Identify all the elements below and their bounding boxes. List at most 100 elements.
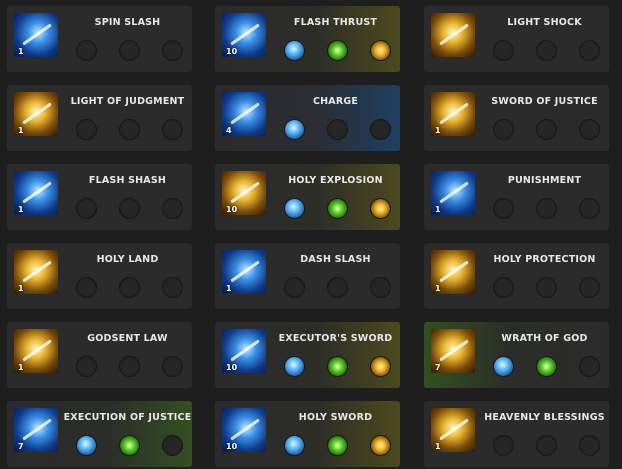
rune-slot[interactable] xyxy=(119,40,140,61)
spin-slash-icon[interactable]: 1 xyxy=(14,13,58,57)
skill-card[interactable]: 1 HOLY PROTECTION xyxy=(424,243,609,309)
rune-slot[interactable] xyxy=(579,198,600,219)
blue-rune-icon[interactable] xyxy=(494,357,513,376)
skill-name: SPIN SLASH xyxy=(94,17,161,28)
rune-slot[interactable] xyxy=(579,40,600,61)
rune-slot[interactable] xyxy=(162,435,183,456)
heavenly-blessings-icon[interactable]: 1 xyxy=(431,408,475,452)
green-rune-icon[interactable] xyxy=(328,41,347,60)
gold-rune-icon[interactable] xyxy=(371,357,390,376)
skill-card[interactable]: 1 DASH SLASH xyxy=(215,243,400,309)
rune-slot[interactable] xyxy=(327,119,348,140)
executors-sword-icon[interactable]: 10 xyxy=(222,329,266,373)
icon-streak xyxy=(439,418,469,441)
gold-rune-icon[interactable] xyxy=(371,436,390,455)
rune-slot[interactable] xyxy=(76,119,97,140)
skill-card[interactable]: 10 HOLY SWORD xyxy=(215,401,400,467)
blue-rune-icon[interactable] xyxy=(285,357,304,376)
gold-rune-icon[interactable] xyxy=(371,199,390,218)
holy-sword-icon[interactable]: 10 xyxy=(222,408,266,452)
skill-card[interactable]: 1 SPIN SLASH xyxy=(7,6,192,72)
charge-icon[interactable]: 4 xyxy=(222,92,266,136)
skill-card[interactable]: 10 HOLY EXPLOSION xyxy=(215,164,400,230)
rune-slot[interactable] xyxy=(493,198,514,219)
skill-card[interactable]: 1 LIGHT OF JUDGMENT xyxy=(7,85,192,151)
rune-slot[interactable] xyxy=(162,119,183,140)
rune-slot[interactable] xyxy=(119,356,140,377)
wrath-of-god-icon[interactable]: 7 xyxy=(431,329,475,373)
green-rune-icon[interactable] xyxy=(328,436,347,455)
blue-rune-icon[interactable] xyxy=(285,41,304,60)
flash-thrust-icon[interactable]: 10 xyxy=(222,13,266,57)
rune-slot[interactable] xyxy=(76,40,97,61)
rune-slot[interactable] xyxy=(536,198,557,219)
rune-slot[interactable] xyxy=(579,435,600,456)
rune-slot[interactable] xyxy=(76,277,97,298)
rune-slot[interactable] xyxy=(536,40,557,61)
execution-of-justice-icon[interactable]: 7 xyxy=(14,408,58,452)
rune-slot[interactable] xyxy=(162,277,183,298)
punishment-icon[interactable]: 1 xyxy=(431,171,475,215)
dash-slash-icon[interactable]: 1 xyxy=(222,250,266,294)
blue-rune-icon[interactable] xyxy=(285,120,304,139)
rune-slot[interactable] xyxy=(162,40,183,61)
rune-slot[interactable] xyxy=(76,198,97,219)
rune-slot[interactable] xyxy=(493,40,514,61)
light-shock-icon[interactable] xyxy=(431,13,475,57)
rune-slot[interactable] xyxy=(119,198,140,219)
skill-card[interactable]: 7 WRATH OF GOD xyxy=(424,322,609,388)
icon-streak xyxy=(22,23,52,46)
rune-slot[interactable] xyxy=(536,119,557,140)
rune-slot[interactable] xyxy=(370,119,391,140)
skill-name: FLASH THRUST xyxy=(293,17,378,28)
skill-card[interactable]: 4 CHARGE xyxy=(215,85,400,151)
blue-rune-icon[interactable] xyxy=(77,436,96,455)
flash-shash-icon[interactable]: 1 xyxy=(14,171,58,215)
skill-name: HOLY EXPLOSION xyxy=(288,175,383,186)
icon-streak xyxy=(439,260,469,283)
green-rune-icon[interactable] xyxy=(537,357,556,376)
blue-rune-icon[interactable] xyxy=(285,199,304,218)
green-rune-icon[interactable] xyxy=(328,357,347,376)
rune-slot[interactable] xyxy=(119,119,140,140)
godsent-law-icon[interactable]: 1 xyxy=(14,329,58,373)
holy-explosion-icon[interactable]: 10 xyxy=(222,171,266,215)
rune-slot[interactable] xyxy=(493,435,514,456)
rune-slot[interactable] xyxy=(119,277,140,298)
rune-slot[interactable] xyxy=(284,277,305,298)
rune-slot[interactable] xyxy=(579,119,600,140)
blue-rune-icon[interactable] xyxy=(285,436,304,455)
skill-card[interactable]: 1 HEAVENLY BLESSINGS xyxy=(424,401,609,467)
skill-card[interactable]: 1 SWORD OF JUSTICE xyxy=(424,85,609,151)
skill-card[interactable]: LIGHT SHOCK xyxy=(424,6,609,72)
skill-card[interactable]: 1 PUNISHMENT xyxy=(424,164,609,230)
rune-slot[interactable] xyxy=(162,198,183,219)
rune-slot[interactable] xyxy=(493,277,514,298)
holy-land-icon[interactable]: 1 xyxy=(14,250,58,294)
skill-card[interactable]: 7 EXECUTION OF JUSTICE xyxy=(7,401,192,467)
rune-slot[interactable] xyxy=(76,356,97,377)
skill-card[interactable]: 1 GODSENT LAW xyxy=(7,322,192,388)
holy-protection-icon[interactable]: 1 xyxy=(431,250,475,294)
gold-rune-icon[interactable] xyxy=(371,41,390,60)
skill-card[interactable]: 10 FLASH THRUST xyxy=(215,6,400,72)
skill-level: 1 xyxy=(18,47,24,56)
skill-level: 7 xyxy=(18,442,24,451)
rune-slot[interactable] xyxy=(162,356,183,377)
skill-card[interactable]: 10 EXECUTOR'S SWORD xyxy=(215,322,400,388)
rune-slot[interactable] xyxy=(579,277,600,298)
skill-card[interactable]: 1 FLASH SHASH xyxy=(7,164,192,230)
rune-slot[interactable] xyxy=(493,119,514,140)
rune-slot[interactable] xyxy=(536,435,557,456)
green-rune-icon[interactable] xyxy=(328,199,347,218)
green-rune-icon[interactable] xyxy=(120,436,139,455)
light-of-judgment-icon[interactable]: 1 xyxy=(14,92,58,136)
skill-card[interactable]: 1 HOLY LAND xyxy=(7,243,192,309)
rune-slot[interactable] xyxy=(579,356,600,377)
rune-slot[interactable] xyxy=(327,277,348,298)
skill-name: HOLY LAND xyxy=(96,254,159,265)
icon-streak xyxy=(439,339,469,362)
sword-of-justice-icon[interactable]: 1 xyxy=(431,92,475,136)
rune-slot[interactable] xyxy=(536,277,557,298)
rune-slot[interactable] xyxy=(370,277,391,298)
